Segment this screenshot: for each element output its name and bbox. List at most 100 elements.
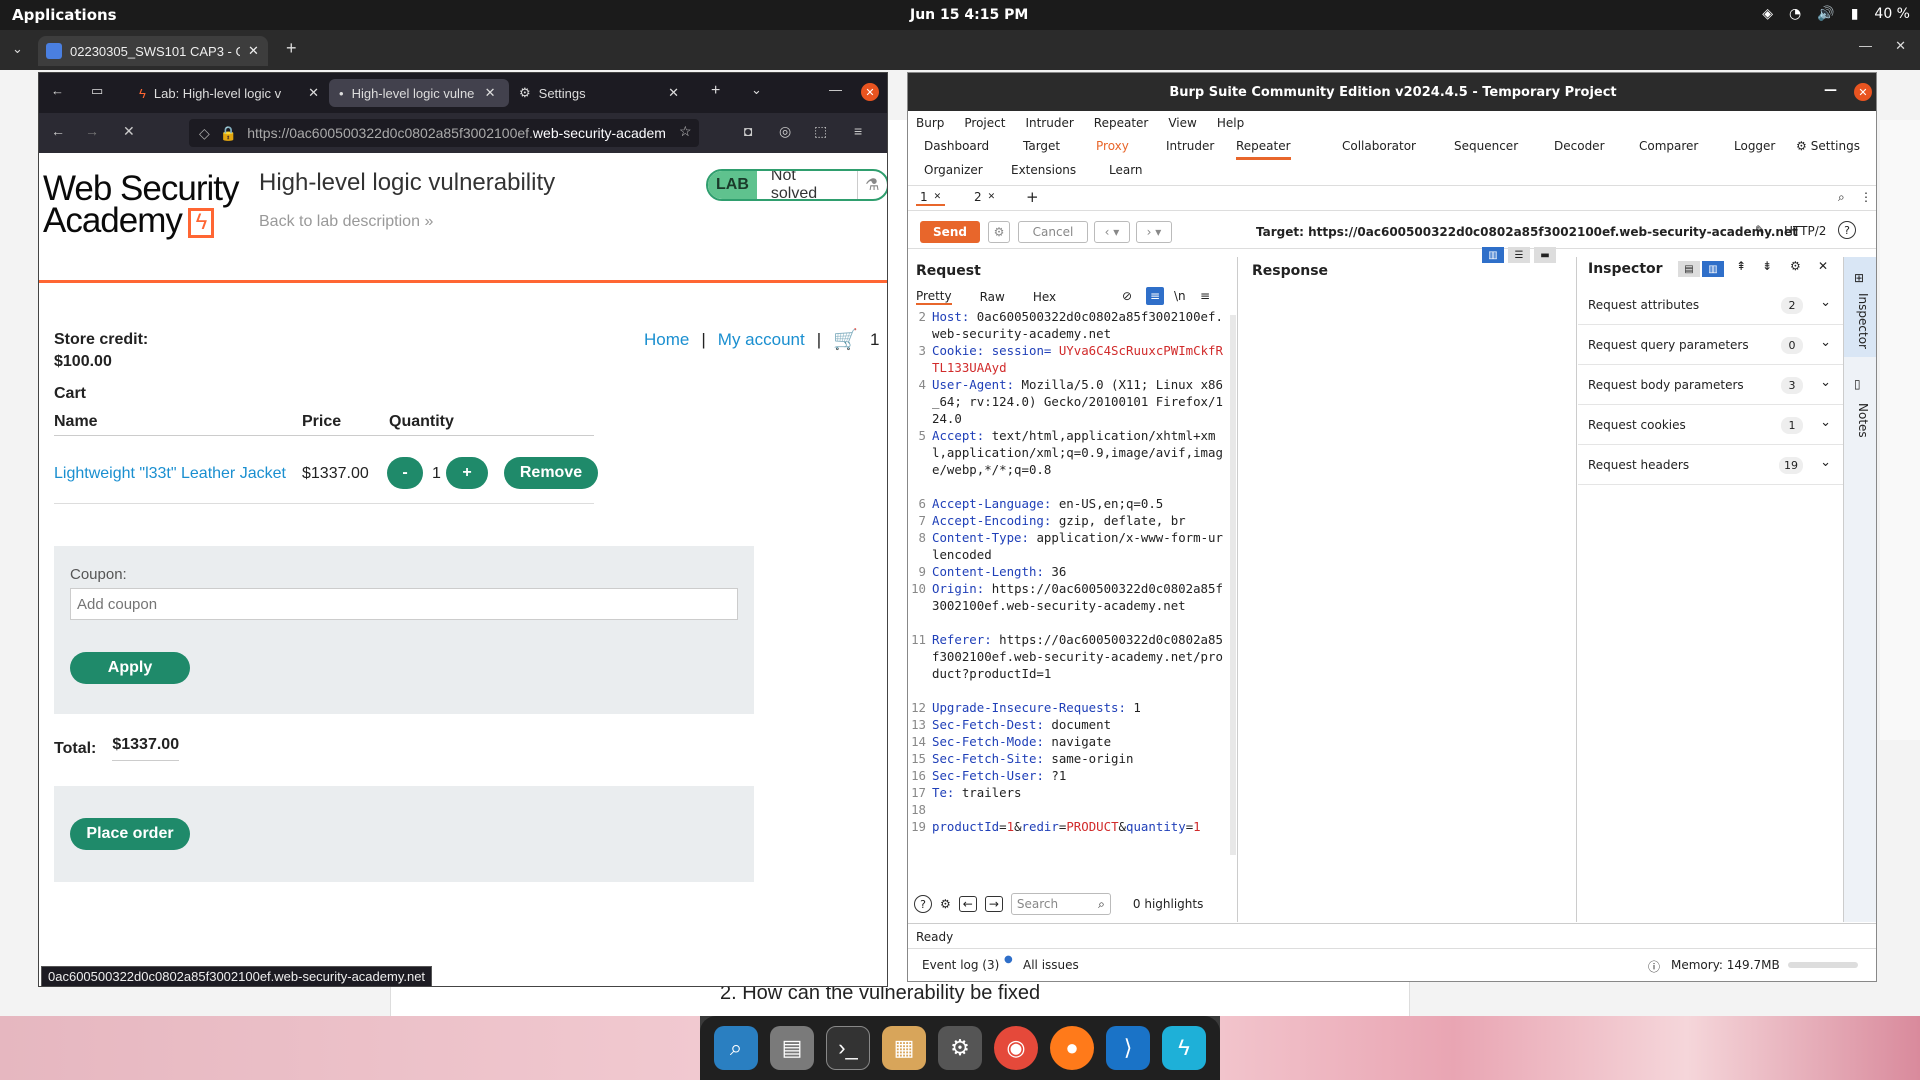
tool-logger[interactable]: Logger — [1734, 139, 1775, 153]
inspector-layout-icon[interactable]: ▥ — [1702, 261, 1724, 277]
help-icon[interactable]: ? — [914, 895, 932, 913]
product-link[interactable]: Lightweight "l33t" Leather Jacket — [54, 465, 286, 483]
search-app-icon[interactable]: ⌕ — [714, 1026, 758, 1070]
new-tab-icon[interactable]: + — [711, 82, 720, 100]
pocket-icon[interactable]: ◘ — [744, 123, 752, 139]
terminal-icon[interactable]: ›_ — [826, 1026, 870, 1070]
pencil-icon[interactable]: ✎ — [1755, 223, 1765, 237]
forward-icon[interactable]: → — [85, 123, 99, 139]
settings-icon[interactable]: ⚙ — [938, 1026, 982, 1070]
apply-coupon-button[interactable]: Apply — [70, 652, 190, 684]
stop-icon[interactable]: ✕ — [123, 123, 135, 140]
repeater-tab-1[interactable]: 1 ✕ — [916, 190, 946, 206]
star-icon[interactable]: ☆ — [679, 123, 692, 140]
side-tab-inspector[interactable]: ⊞ Inspector — [1844, 257, 1876, 357]
my-account-link[interactable]: My account — [718, 330, 805, 350]
web-security-academy-logo[interactable]: Web Security Academy ϟ — [43, 171, 239, 238]
menu-burp[interactable]: Burp — [916, 116, 944, 130]
coupon-input[interactable] — [70, 588, 738, 620]
tab-lab[interactable]: ϟ Lab: High-level logic v ✕ — [129, 79, 329, 107]
http-version[interactable]: HTTP/2 — [1784, 224, 1826, 238]
forward-icon[interactable]: → — [984, 896, 1003, 912]
back-icon[interactable]: ← — [51, 123, 65, 139]
all-issues-link[interactable]: All issues — [1023, 958, 1079, 972]
previous-request-icon[interactable]: ‹ ▾ — [1094, 221, 1130, 243]
tab-manager-icon[interactable]: ▭ — [91, 83, 103, 99]
search-icon[interactable]: ⌕ — [1838, 190, 1845, 205]
close-icon[interactable]: ✕ — [1854, 83, 1872, 101]
wrap-lines-icon[interactable]: ≡ — [1146, 287, 1164, 305]
archive-icon[interactable]: ▦ — [882, 1026, 926, 1070]
increase-quantity-button[interactable]: + — [446, 457, 488, 489]
extensions-icon[interactable]: ⬚ — [814, 123, 827, 140]
back-to-lab-description-link[interactable]: Back to lab description » — [259, 213, 433, 231]
repeater-tab-2[interactable]: 2 ✕ — [970, 190, 999, 204]
inspector-row[interactable]: Request attributes 2 ⌄ — [1578, 285, 1843, 325]
tab-hex[interactable]: Hex — [1033, 290, 1056, 304]
menu-view[interactable]: View — [1168, 116, 1196, 130]
tool-repeater[interactable]: Repeater — [1236, 139, 1291, 160]
tool-intruder[interactable]: Intruder — [1166, 139, 1214, 153]
hide-icon[interactable]: ⊘ — [1122, 289, 1132, 303]
cart-icon[interactable]: 🛒 — [833, 327, 858, 352]
expand-icon[interactable]: ⇟ — [1762, 259, 1772, 273]
menu-intruder[interactable]: Intruder — [1025, 116, 1073, 130]
tab-raw[interactable]: Raw — [980, 290, 1005, 304]
new-repeater-tab-button[interactable]: + — [1026, 188, 1039, 206]
tool-settings[interactable]: ⚙ Settings — [1796, 139, 1860, 153]
single-pane-icon[interactable]: ▬ — [1534, 247, 1556, 263]
tool-sequencer[interactable]: Sequencer — [1454, 139, 1518, 153]
applications-menu[interactable]: Applications — [12, 6, 117, 24]
decrease-quantity-button[interactable]: - — [387, 457, 423, 489]
tool-organizer[interactable]: Organizer — [924, 163, 983, 177]
clock[interactable]: Jun 15 4:15 PM — [910, 7, 1028, 23]
inspector-row[interactable]: Request query parameters 0 ⌄ — [1578, 325, 1843, 365]
minimize-icon[interactable]: — — [829, 82, 842, 97]
tool-extensions[interactable]: Extensions — [1011, 163, 1076, 177]
vscode-icon[interactable]: ⟩ — [1106, 1026, 1150, 1070]
help-icon[interactable]: ? — [1838, 221, 1856, 239]
close-icon[interactable]: ✕ — [668, 85, 679, 101]
minimize-icon[interactable]: — — [1859, 38, 1872, 53]
tab-pretty[interactable]: Pretty — [916, 289, 952, 305]
burp-icon[interactable]: ϟ — [1162, 1026, 1206, 1070]
remove-button[interactable]: Remove — [504, 457, 598, 489]
menu-repeater[interactable]: Repeater — [1094, 116, 1149, 130]
split-horizontal-icon[interactable]: ▥ — [1482, 247, 1504, 263]
back-icon[interactable]: ← — [958, 896, 977, 912]
next-request-icon[interactable]: › ▾ — [1136, 221, 1172, 243]
tab-settings[interactable]: ⚙ Settings ✕ — [509, 79, 689, 107]
split-vertical-icon[interactable]: ☰ — [1508, 247, 1530, 263]
menu-project[interactable]: Project — [964, 116, 1005, 130]
menu-help[interactable]: Help — [1217, 116, 1244, 130]
account-icon[interactable]: ◎ — [779, 123, 791, 140]
inspector-row[interactable]: Request headers 19 ⌄ — [1578, 445, 1843, 485]
new-tab-icon[interactable]: + — [286, 38, 297, 59]
tool-decoder[interactable]: Decoder — [1554, 139, 1605, 153]
files-icon[interactable]: ▤ — [770, 1026, 814, 1070]
system-tray[interactable]: ◈ ◔ 🔊 ▮ 40 % — [1762, 6, 1910, 22]
tool-learn[interactable]: Learn — [1109, 163, 1143, 177]
event-log-link[interactable]: Event log (3) — [922, 958, 999, 972]
chrome-tab[interactable]: 02230305_SWS101 CAP3 - Go ✕ — [38, 36, 268, 66]
minimize-icon[interactable]: — — [1824, 83, 1837, 98]
gear-icon[interactable]: ⚙ — [1790, 259, 1801, 273]
side-tab-notes[interactable]: ▯ Notes — [1844, 367, 1876, 447]
gear-icon[interactable]: ⚙ — [940, 897, 951, 911]
newline-toggle-button[interactable]: \n — [1174, 289, 1186, 303]
chevron-down-icon[interactable]: ⌄ — [751, 82, 762, 98]
menu-icon[interactable]: ≡ — [1200, 289, 1210, 303]
close-icon[interactable]: ✕ — [248, 43, 259, 59]
close-icon[interactable]: ✕ — [1818, 259, 1828, 273]
tool-collaborator[interactable]: Collaborator — [1342, 139, 1416, 153]
place-order-button[interactable]: Place order — [70, 818, 190, 850]
home-link[interactable]: Home — [644, 330, 689, 350]
chevron-down-icon[interactable]: ⌄ — [12, 41, 23, 57]
chrome-icon[interactable]: ◉ — [994, 1026, 1038, 1070]
tool-comparer[interactable]: Comparer — [1639, 139, 1698, 153]
close-icon[interactable]: ✕ — [1895, 38, 1906, 54]
back-icon[interactable]: ← — [51, 83, 64, 98]
firefox-icon[interactable]: ● — [1050, 1026, 1094, 1070]
tool-dashboard[interactable]: Dashboard — [924, 139, 989, 153]
tool-proxy[interactable]: Proxy — [1096, 139, 1129, 153]
